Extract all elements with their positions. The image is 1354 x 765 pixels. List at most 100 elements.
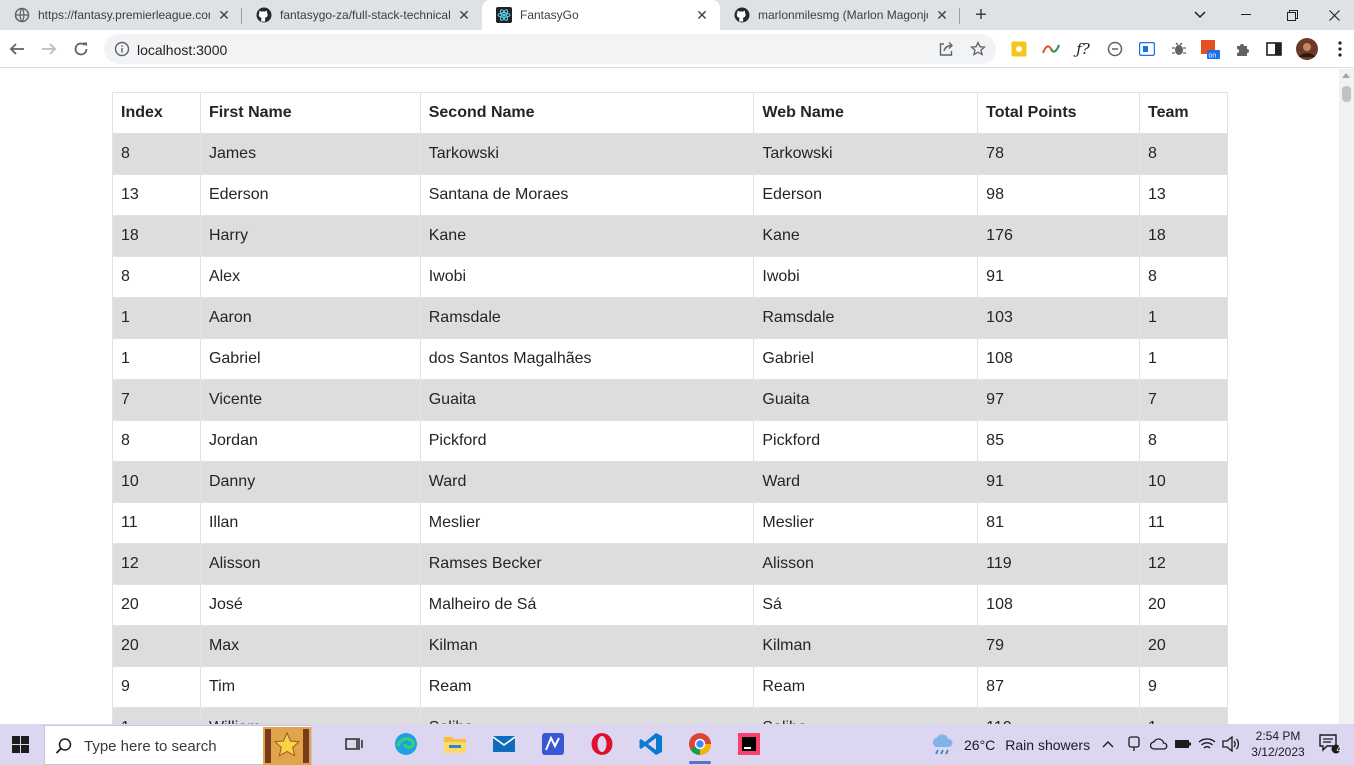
cell-index: 8 — [112, 256, 201, 298]
cell-team: 18 — [1139, 215, 1228, 257]
close-icon[interactable]: ✕ — [456, 7, 472, 23]
table-header-row: Index First Name Second Name Web Name To… — [112, 92, 1228, 134]
cell-team: 1 — [1139, 297, 1228, 339]
mail-icon[interactable] — [489, 729, 519, 759]
tab-search-chevron-icon[interactable] — [1177, 0, 1223, 30]
cell-team: 1 — [1139, 338, 1228, 380]
tab-fantasygo[interactable]: FantasyGo ✕ — [482, 0, 720, 30]
cell-total-points: 91 — [977, 461, 1141, 503]
extension-bug-icon[interactable] — [1169, 39, 1189, 59]
cell-first-name: Vicente — [199, 379, 421, 421]
close-icon[interactable]: ✕ — [934, 7, 950, 23]
close-icon[interactable]: ✕ — [694, 7, 710, 23]
chrome-icon[interactable] — [685, 729, 715, 764]
new-tab-button[interactable]: + — [968, 3, 994, 27]
profile-avatar[interactable] — [1296, 38, 1318, 60]
address-bar[interactable]: localhost:3000 — [104, 34, 996, 64]
search-placeholder: Type here to search — [84, 738, 217, 755]
chevron-up-icon[interactable] — [1098, 729, 1118, 759]
table-row: 11 Illan Meslier Meslier 81 11 — [112, 502, 1228, 544]
cell-first-name: Tim — [199, 666, 421, 708]
extension-formula-icon[interactable]: ƒ? — [1073, 39, 1093, 59]
weather-widget[interactable]: 26°C Rain showers — [930, 724, 1090, 765]
system-clock[interactable]: 2:54 PM 3/12/2023 — [1248, 728, 1308, 760]
file-explorer-icon[interactable] — [440, 729, 470, 759]
players-table: Index First Name Second Name Web Name To… — [112, 92, 1228, 724]
cell-second-name: Ramses Becker — [419, 543, 755, 585]
cell-web-name: Meslier — [753, 502, 979, 544]
cell-web-name: Kilman — [753, 625, 979, 667]
jetbrains-icon[interactable] — [734, 729, 764, 759]
header-total-points: Total Points — [977, 92, 1141, 134]
page-scrollbar[interactable] — [1339, 69, 1354, 724]
cell-team: 1 — [1139, 707, 1228, 724]
info-icon[interactable] — [114, 41, 130, 57]
cell-web-name: Sá — [753, 584, 979, 626]
cell-team: 12 — [1139, 543, 1228, 585]
cell-second-name: Ream — [419, 666, 755, 708]
header-second-name: Second Name — [419, 92, 755, 134]
extension-office-icon[interactable]: on — [1200, 39, 1220, 59]
reload-button[interactable] — [67, 35, 95, 63]
table-row: 1 Gabriel dos Santos Magalhães Gabriel 108 1 — [112, 338, 1228, 380]
close-icon[interactable]: ✕ — [216, 7, 232, 23]
restore-button[interactable] — [1269, 0, 1315, 30]
back-button[interactable] — [3, 35, 31, 63]
cell-first-name: Harry — [199, 215, 421, 257]
cell-team: 9 — [1139, 666, 1228, 708]
address-text[interactable]: localhost:3000 — [137, 42, 227, 58]
share-icon[interactable] — [938, 41, 954, 57]
cell-web-name: Kane — [753, 215, 979, 257]
cell-team: 8 — [1139, 420, 1228, 462]
cell-second-name: dos Santos Magalhães — [419, 338, 755, 380]
volume-icon[interactable] — [1220, 729, 1242, 759]
extension-circle-icon[interactable] — [1105, 39, 1125, 59]
header-index: Index — [112, 92, 201, 134]
edge-icon[interactable] — [391, 729, 421, 759]
extension-graph-icon[interactable] — [1041, 39, 1061, 59]
menu-kebab-icon[interactable] — [1330, 39, 1350, 59]
cell-first-name: Illan — [199, 502, 421, 544]
cell-second-name: Santana de Moraes — [419, 174, 755, 216]
cell-team: 13 — [1139, 174, 1228, 216]
forward-button[interactable] — [35, 35, 63, 63]
github-icon — [734, 7, 750, 23]
cell-team: 7 — [1139, 379, 1228, 421]
weather-description: Rain showers — [1005, 736, 1091, 753]
table-row: 18 Harry Kane Kane 176 18 — [112, 215, 1228, 257]
tab-fantasy-premier-league[interactable]: https://fantasy.premierleague.com ✕ — [0, 0, 242, 30]
meet-now-icon[interactable] — [1124, 729, 1144, 759]
cell-index: 18 — [112, 215, 201, 257]
extension-yellow-icon[interactable] — [1009, 39, 1029, 59]
battery-icon[interactable] — [1172, 729, 1194, 759]
extensions-puzzle-icon[interactable] — [1233, 39, 1253, 59]
scroll-up-arrow-icon[interactable] — [1342, 73, 1350, 78]
players-table-body: 8 James Tarkowski Tarkowski 78 8 13 Ederson Sant… — [112, 133, 1228, 724]
opera-icon[interactable] — [587, 729, 617, 759]
task-view-icon[interactable] — [340, 729, 370, 759]
cell-total-points: 79 — [977, 625, 1141, 667]
cell-first-name: Jordan — [199, 420, 421, 462]
cell-total-points: 110 — [977, 707, 1141, 724]
windows-taskbar: Type here to search 26°C Rain showers 2:… — [0, 724, 1354, 765]
tab-github-marlonmilesmg[interactable]: marlonmilesmg (Marlon Magonjo ✕ — [720, 0, 960, 30]
scrollbar-thumb[interactable] — [1342, 86, 1351, 102]
taskbar-search-box[interactable]: Type here to search — [44, 725, 312, 765]
app-blue-icon[interactable] — [538, 729, 568, 759]
wifi-icon[interactable] — [1196, 729, 1218, 759]
cell-index: 1 — [112, 707, 201, 724]
tab-github-fantasygo[interactable]: fantasygo-za/full-stack-technical ✕ — [242, 0, 482, 30]
minimize-button[interactable] — [1223, 0, 1269, 30]
windows-start-button[interactable] — [0, 724, 40, 765]
search-highlight-image[interactable] — [263, 727, 311, 765]
window-close-button[interactable] — [1315, 0, 1354, 30]
bookmark-star-icon[interactable] — [969, 40, 987, 57]
vscode-icon[interactable] — [636, 729, 666, 759]
onedrive-cloud-icon[interactable] — [1148, 729, 1170, 759]
search-icon — [55, 737, 73, 760]
cell-web-name: Ream — [753, 666, 979, 708]
notification-center-button[interactable]: 4 — [1316, 729, 1344, 759]
side-panel-icon[interactable] — [1264, 39, 1284, 59]
cell-first-name: Max — [199, 625, 421, 667]
extension-blue-icon[interactable] — [1137, 39, 1157, 59]
